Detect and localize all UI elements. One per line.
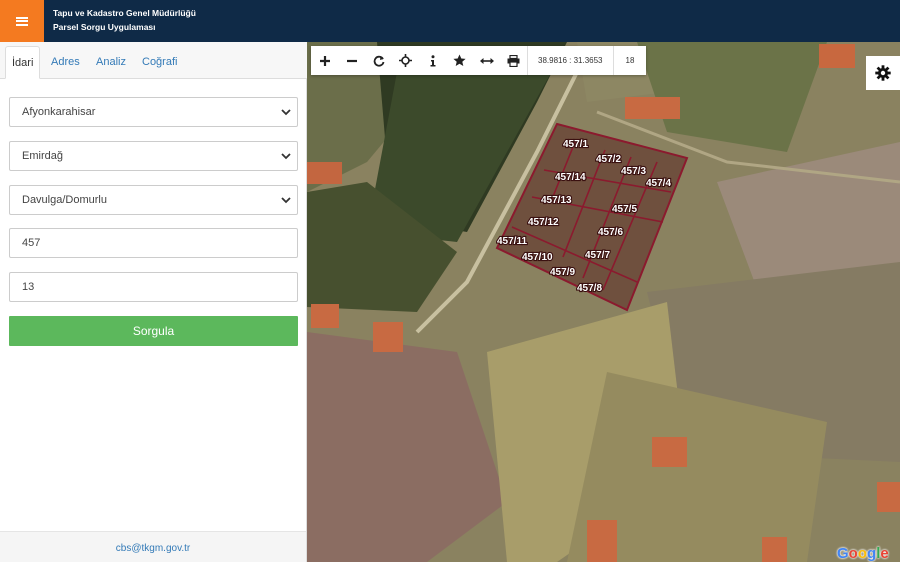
google-letter: G: [837, 545, 849, 562]
parcel-label-14[interactable]: 457/14: [554, 171, 587, 184]
ilce-select-value: Emirdağ: [22, 150, 63, 162]
ada-input-value: 457: [22, 237, 41, 249]
il-select[interactable]: Afyonkarahisar: [9, 97, 298, 127]
zoom-in-icon: [319, 55, 330, 66]
zoom-out-button[interactable]: [338, 46, 365, 75]
mahalle-select-value: Davulga/Domurlu: [22, 194, 107, 206]
coordinate-readout: 38.9816 : 31.3653: [527, 46, 614, 75]
chevron-down-icon: [281, 197, 291, 204]
print-button[interactable]: [500, 46, 527, 75]
app-title: Tapu ve Kadastro Genel Müdürlüğü Parsel …: [53, 6, 196, 34]
settings-button[interactable]: [866, 56, 900, 90]
map-toolbar: 38.9816 : 31.3653 18: [311, 46, 647, 75]
parcel-label-13[interactable]: 457/13: [540, 194, 573, 207]
print-icon: [507, 54, 520, 67]
satellite-imagery: 457/1 457/2 457/3 457/4 457/14 457/13 45…: [307, 42, 900, 562]
map-view[interactable]: 457/1 457/2 457/3 457/4 457/14 457/13 45…: [307, 42, 900, 562]
tab-adres[interactable]: Adres: [45, 46, 86, 79]
info-button[interactable]: [419, 46, 446, 75]
app-title-line1: Tapu ve Kadastro Genel Müdürlüğü: [53, 8, 196, 18]
menu-button[interactable]: [0, 0, 44, 42]
parcel-label-7[interactable]: 457/7: [584, 249, 612, 262]
gear-icon: [875, 65, 891, 81]
sidebar: İdari Adres Analiz Coğrafi Afyonkarahisa…: [0, 42, 307, 562]
star-icon: [453, 54, 466, 66]
locate-icon: [399, 54, 412, 67]
contact-email-link[interactable]: cbs@tkgm.gov.tr: [116, 543, 190, 554]
google-letter: o: [848, 545, 858, 562]
zoom-in-button[interactable]: [311, 46, 338, 75]
menu-icon: [16, 16, 28, 26]
app-header: Tapu ve Kadastro Genel Müdürlüğü Parsel …: [0, 0, 900, 42]
google-logo: Google: [837, 545, 889, 562]
google-letter: g: [867, 545, 877, 562]
zoom-out-icon: [346, 59, 357, 62]
chevron-down-icon: [281, 153, 291, 160]
tab-bar: İdari Adres Analiz Coğrafi: [0, 42, 307, 79]
roof: [311, 304, 339, 328]
tab-analiz[interactable]: Analiz: [90, 46, 132, 79]
parcel-label-11[interactable]: 457/11: [496, 235, 529, 248]
refresh-button[interactable]: [365, 46, 392, 75]
tab-cografi[interactable]: Coğrafi: [136, 46, 183, 79]
parcel-label-4[interactable]: 457/4: [645, 177, 673, 190]
parcel-label-1[interactable]: 457/1: [562, 138, 590, 151]
roof: [877, 482, 900, 512]
measure-button[interactable]: [473, 46, 500, 75]
refresh-icon: [373, 55, 384, 67]
ilce-select[interactable]: Emirdağ: [9, 141, 298, 171]
footer: cbs@tkgm.gov.tr: [0, 531, 306, 562]
measure-icon: [479, 57, 494, 64]
google-letter: o: [857, 545, 868, 562]
roof: [625, 97, 680, 119]
sorgula-button[interactable]: Sorgula: [9, 316, 298, 346]
parcel-label-8[interactable]: 457/8: [576, 282, 604, 295]
parcel-label-6[interactable]: 457/6: [597, 226, 625, 239]
parcel-label-10[interactable]: 457/10: [521, 251, 554, 264]
roof: [762, 537, 787, 562]
parcel-label-12[interactable]: 457/12: [527, 216, 560, 229]
ada-input[interactable]: 457: [9, 228, 298, 258]
favorite-button[interactable]: [446, 46, 473, 75]
parcel-label-5[interactable]: 457/5: [611, 203, 639, 216]
parcel-label-9[interactable]: 457/9: [549, 266, 577, 279]
roof: [587, 520, 617, 562]
tab-idari[interactable]: İdari: [5, 46, 41, 79]
roof: [819, 44, 855, 68]
app-title-line2: Parsel Sorgu Uygulaması: [53, 22, 156, 32]
google-letter: e: [880, 545, 889, 562]
parcel-label-3[interactable]: 457/3: [620, 165, 648, 178]
parsel-input-value: 13: [22, 281, 35, 293]
zoom-level-readout: 18: [625, 56, 635, 65]
roof: [373, 322, 403, 352]
chevron-down-icon: [281, 109, 291, 116]
locate-button[interactable]: [392, 46, 419, 75]
info-icon: [430, 54, 435, 66]
il-select-value: Afyonkarahisar: [22, 106, 96, 118]
parsel-input[interactable]: 13: [9, 272, 298, 302]
roof: [307, 162, 342, 184]
parcel-label-2[interactable]: 457/2: [595, 153, 623, 166]
mahalle-select[interactable]: Davulga/Domurlu: [9, 185, 298, 215]
roof: [652, 437, 687, 467]
